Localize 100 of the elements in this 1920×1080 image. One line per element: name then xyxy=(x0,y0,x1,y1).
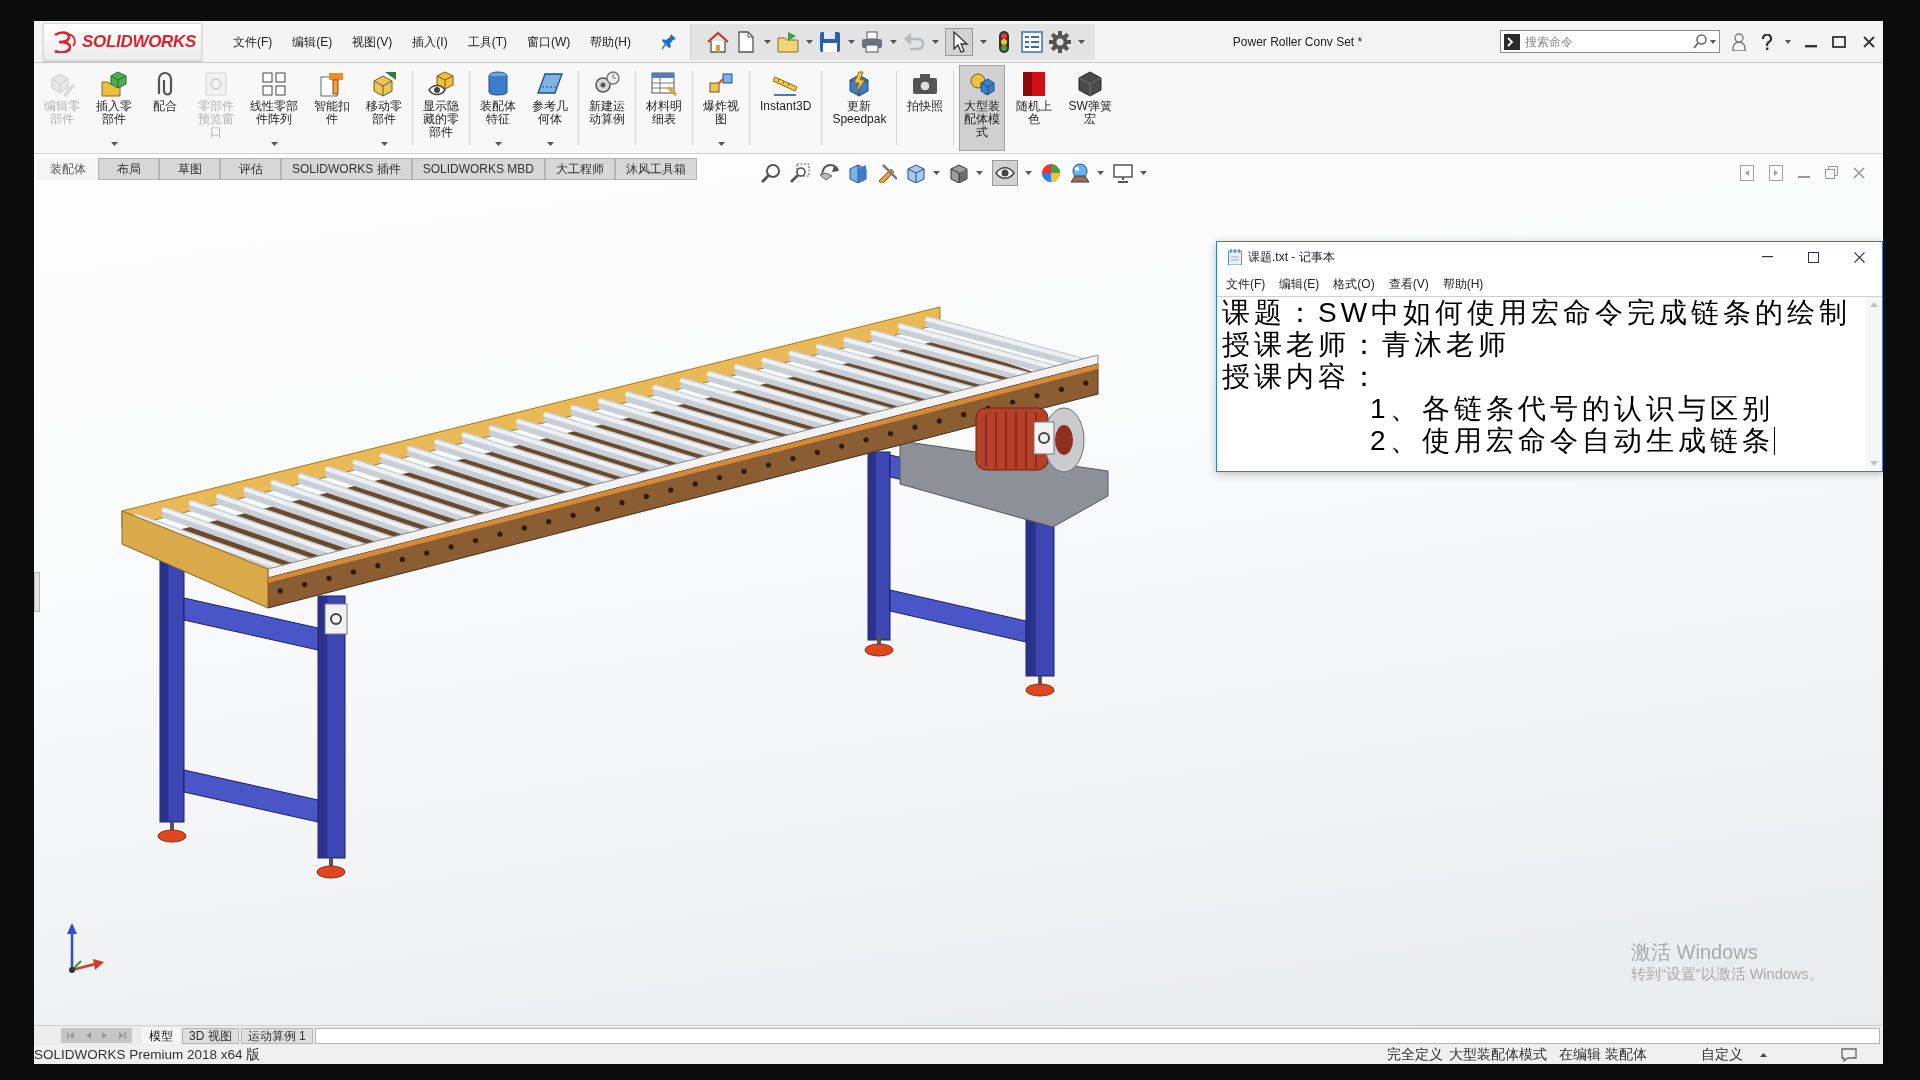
pin-icon[interactable] xyxy=(662,33,676,50)
caret-icon[interactable] xyxy=(717,142,725,146)
caret-icon[interactable] xyxy=(1078,39,1085,44)
restore-icon[interactable] xyxy=(1825,166,1838,179)
ribbon-button[interactable]: 装配体 特征 xyxy=(475,65,521,151)
search-input[interactable]: 搜索命令 xyxy=(1525,32,1693,51)
pointer-icon[interactable] xyxy=(945,27,973,56)
home-icon[interactable] xyxy=(707,30,729,53)
help-icon[interactable] xyxy=(1761,33,1773,50)
menu-item[interactable]: 插入(I) xyxy=(402,32,458,51)
search-field[interactable]: 搜索命令 xyxy=(1500,30,1720,53)
ribbon-button[interactable]: 插入零 部件 xyxy=(91,65,137,151)
ribbon-button[interactable]: Instant3D xyxy=(755,65,817,151)
scene-sphere-icon[interactable] xyxy=(1070,162,1091,183)
caret-icon[interactable] xyxy=(270,142,278,146)
command-tab[interactable]: 沐风工具箱 xyxy=(615,157,698,180)
maximize-icon[interactable] xyxy=(1832,35,1846,48)
ribbon-button[interactable]: 随机上 色 xyxy=(1011,65,1058,151)
eye-icon[interactable] xyxy=(992,159,1019,186)
menu-item[interactable]: 文件(F) xyxy=(1219,275,1273,293)
pencil-tools-icon[interactable] xyxy=(877,162,898,183)
ribbon-button[interactable]: 参考几 何体 xyxy=(527,65,573,151)
list-sheet-icon[interactable] xyxy=(1021,30,1043,53)
command-tab[interactable]: 装配体 xyxy=(37,157,98,180)
document-tab[interactable]: 3D 视图 xyxy=(182,1027,239,1044)
menu-item[interactable]: 帮助(H) xyxy=(580,32,641,51)
speech-bubble-icon[interactable] xyxy=(1841,1047,1857,1062)
status-text: 完全定义 xyxy=(1387,1046,1444,1063)
ribbon-button[interactable]: SW弹簧 宏 xyxy=(1063,65,1117,151)
menu-item[interactable]: 窗口(W) xyxy=(517,32,581,51)
ribbon-button[interactable]: 显示隐 藏的零 部件 xyxy=(418,65,464,151)
curved-arrow-icon[interactable] xyxy=(819,162,840,183)
folder-arrow-icon[interactable] xyxy=(777,30,799,53)
logo-icon xyxy=(52,30,78,53)
caret-icon[interactable] xyxy=(380,142,388,146)
magnifier-icon[interactable] xyxy=(761,162,782,183)
caret-icon[interactable] xyxy=(933,170,941,175)
up-caret-icon[interactable] xyxy=(1760,1052,1767,1057)
caret-icon[interactable] xyxy=(1025,170,1033,175)
horizontal-scrollbar[interactable] xyxy=(314,1027,1880,1044)
command-tab[interactable]: 大工程师 xyxy=(545,157,616,180)
close-icon[interactable] xyxy=(1863,35,1875,48)
caret-icon[interactable] xyxy=(764,39,771,44)
document-tab[interactable]: 模型 xyxy=(142,1027,180,1044)
command-tab[interactable]: 评估 xyxy=(220,157,281,180)
new-document-icon[interactable] xyxy=(735,30,757,53)
menu-item[interactable]: 帮助(H) xyxy=(1435,275,1491,293)
menu-item[interactable]: 工具(T) xyxy=(457,32,517,51)
menu-item[interactable]: 编辑(E) xyxy=(1272,275,1327,293)
monitor-icon[interactable] xyxy=(1113,162,1134,183)
caret-icon[interactable] xyxy=(806,39,813,44)
caret-icon[interactable] xyxy=(1140,170,1148,175)
caret-icon[interactable] xyxy=(890,39,897,44)
command-tab[interactable]: 布局 xyxy=(98,157,159,180)
command-tab[interactable]: 草图 xyxy=(159,157,220,180)
ribbon-button[interactable]: 更新 Speedpak xyxy=(827,65,892,151)
caret-icon[interactable] xyxy=(1097,170,1105,175)
caret-icon[interactable] xyxy=(1710,39,1716,44)
document-tab[interactable]: 运动算例 1 xyxy=(240,1027,313,1044)
command-tab[interactable]: SOLIDWORKS 插件 xyxy=(281,157,412,180)
ribbon-button[interactable]: 材料明 细表 xyxy=(641,65,687,151)
command-tab[interactable]: SOLIDWORKS MBD xyxy=(411,157,546,180)
section-cube-icon[interactable] xyxy=(848,162,869,183)
minimize-icon[interactable] xyxy=(1761,256,1773,258)
ribbon-button[interactable]: 配合 xyxy=(143,65,187,151)
ribbon-button[interactable]: 移动零 部件 xyxy=(361,65,407,151)
ribbon-button[interactable]: 拍快照 xyxy=(902,65,949,151)
menu-item[interactable]: 查看(V) xyxy=(1381,275,1436,293)
person-icon[interactable] xyxy=(1732,32,1746,51)
menu-item[interactable]: 视图(V) xyxy=(342,32,403,51)
search-icon[interactable] xyxy=(1693,34,1707,49)
menu-item[interactable]: 编辑(E) xyxy=(282,32,343,51)
ribbon-button[interactable]: 线性零部 件阵列 xyxy=(245,65,303,151)
shaded-cube-icon[interactable] xyxy=(949,162,970,183)
caret-icon[interactable] xyxy=(976,170,984,175)
maximize-icon[interactable] xyxy=(1807,251,1819,263)
status-text: 大型装配体模式 xyxy=(1449,1046,1548,1063)
ribbon-button[interactable]: 新建运 动算例 xyxy=(584,65,630,151)
settings-icon[interactable] xyxy=(1049,30,1071,53)
caret-icon[interactable] xyxy=(110,142,118,146)
zoom-box-icon[interactable] xyxy=(790,162,811,183)
window-title: Power Roller Conv Set * xyxy=(1232,33,1363,51)
menu-item[interactable]: 格式(O) xyxy=(1326,275,1382,293)
menu-item[interactable]: 文件(F) xyxy=(223,32,283,51)
text-area[interactable]: 课题：SW中如何使用宏命令完成链条的绘制 授课老师：青沐老师 授课内容： 1、各链条代号的认识与区别 2、使用宏命令自动生成链条 xyxy=(1217,297,1865,471)
ribbon-button[interactable]: 大型装 配体模 式 xyxy=(959,65,1006,151)
close-icon[interactable] xyxy=(1853,251,1865,263)
caret-icon[interactable] xyxy=(848,39,855,44)
plane-icon xyxy=(537,71,563,97)
ribbon-button[interactable]: 智能扣 件 xyxy=(309,65,355,151)
printer-icon[interactable] xyxy=(861,30,883,53)
cube-icon[interactable] xyxy=(906,162,927,183)
caret-icon[interactable] xyxy=(980,39,987,44)
color-sphere-icon[interactable] xyxy=(1041,162,1062,183)
ribbon-button[interactable]: 爆炸视 图 xyxy=(698,65,744,151)
pattern-grid-icon xyxy=(261,71,287,97)
caret-icon[interactable] xyxy=(1785,39,1791,44)
caret-icon[interactable] xyxy=(546,142,554,146)
panel-handle[interactable] xyxy=(34,572,40,612)
caret-icon[interactable] xyxy=(494,142,502,146)
